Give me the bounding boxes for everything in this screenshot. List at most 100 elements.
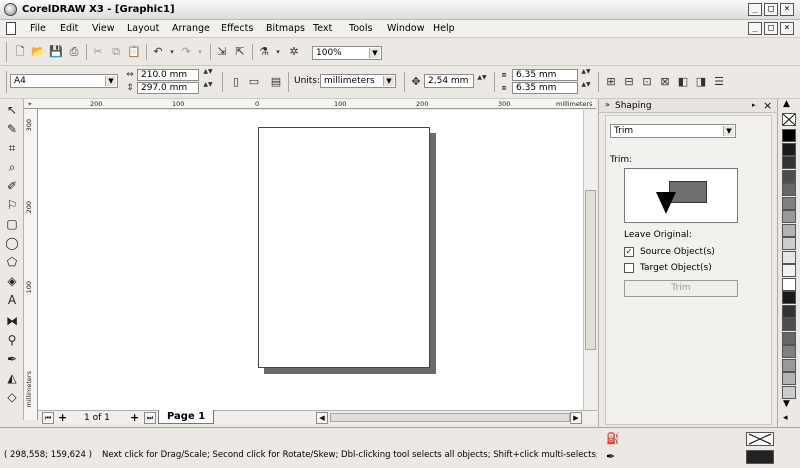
- toolbar-grip[interactable]: [6, 71, 7, 93]
- ruler-origin-icon[interactable]: ⌖: [28, 100, 32, 109]
- dynamic-guides-icon[interactable]: ⊠: [657, 74, 673, 90]
- print-icon[interactable]: ⎙: [66, 44, 82, 60]
- color-swatch[interactable]: [782, 358, 796, 372]
- color-swatch[interactable]: [782, 345, 796, 358]
- rectangle-tool-icon[interactable]: ▢: [3, 215, 21, 233]
- vertical-ruler[interactable]: 300 200 100 millimeters: [24, 109, 38, 420]
- target-objects-checkbox[interactable]: [624, 263, 634, 273]
- page-height-field[interactable]: 297.0 mm: [137, 82, 199, 94]
- shape-tool-icon[interactable]: ✎: [3, 120, 21, 138]
- paste-icon[interactable]: 📋: [126, 44, 142, 60]
- last-page-button[interactable]: ⏭: [144, 412, 156, 424]
- nudge-spinner[interactable]: ▲▼: [476, 75, 488, 81]
- units-select[interactable]: millimeters ▼: [320, 74, 396, 88]
- color-swatch[interactable]: [782, 277, 796, 291]
- paper-size-select[interactable]: A4 ▼: [10, 74, 118, 88]
- docker-header[interactable]: » Shaping ▸ ×: [599, 99, 776, 113]
- options-icon[interactable]: ☰: [711, 74, 727, 90]
- duplicate-x-spinner[interactable]: ▲▼: [580, 69, 592, 75]
- save-icon[interactable]: 💾: [48, 44, 64, 60]
- horizontal-scroll-thumb[interactable]: [330, 413, 570, 422]
- color-swatch[interactable]: [782, 331, 796, 345]
- duplicate-y-spinner[interactable]: ▲▼: [580, 82, 592, 88]
- portrait-icon[interactable]: ▯: [228, 74, 244, 90]
- coreldraw-app-icon[interactable]: [4, 3, 17, 16]
- redo-dropdown-icon[interactable]: ▾: [192, 44, 208, 60]
- page-options-icon[interactable]: ◨: [693, 74, 709, 90]
- outline-tool-icon[interactable]: ✒: [3, 350, 21, 368]
- color-swatch[interactable]: [782, 250, 796, 264]
- pick-tool-icon[interactable]: ↖: [3, 101, 21, 119]
- minimize-button[interactable]: _: [748, 3, 762, 16]
- snap-to-grid-icon[interactable]: ⊞: [603, 74, 619, 90]
- source-objects-checkbox[interactable]: ✓: [624, 247, 634, 257]
- color-swatch[interactable]: [782, 223, 796, 237]
- page-height-spinner[interactable]: ▲▼: [202, 82, 214, 88]
- first-page-button[interactable]: ⏮: [42, 412, 54, 424]
- menu-view[interactable]: View: [92, 23, 115, 34]
- nudge-distance-field[interactable]: 2,54 mm: [424, 74, 474, 88]
- scroll-left-button[interactable]: ◀: [316, 412, 328, 424]
- zoom-level-select[interactable]: 100% ▼: [312, 46, 382, 60]
- outline-color-indicator[interactable]: [746, 450, 774, 464]
- snap-to-objects-icon[interactable]: ⊡: [639, 74, 655, 90]
- cut-icon[interactable]: ✂: [90, 44, 106, 60]
- restore-button[interactable]: □: [764, 3, 778, 16]
- color-swatch[interactable]: [782, 129, 796, 142]
- all-pages-icon[interactable]: ▤: [268, 74, 284, 90]
- horizontal-ruler[interactable]: ⌖ 200 100 0 100 200 300 millimeters: [24, 99, 596, 109]
- doc-minimize-button[interactable]: _: [748, 22, 762, 35]
- page-width-field[interactable]: 210.0 mm: [137, 69, 199, 81]
- eyedropper-tool-icon[interactable]: ⚲: [3, 331, 21, 349]
- color-swatch[interactable]: [782, 183, 796, 196]
- color-swatch[interactable]: [782, 304, 796, 318]
- launcher-dropdown-icon[interactable]: ▾: [270, 44, 286, 60]
- color-swatch[interactable]: [782, 291, 796, 304]
- color-swatch[interactable]: [782, 156, 796, 169]
- color-swatch[interactable]: [782, 318, 796, 331]
- docker-close-icon[interactable]: ×: [763, 99, 772, 112]
- fill-color-indicator[interactable]: [746, 432, 774, 446]
- menu-window[interactable]: Window: [387, 23, 424, 34]
- menu-effects[interactable]: Effects: [221, 23, 253, 34]
- close-button[interactable]: ×: [780, 3, 794, 16]
- color-swatch[interactable]: [782, 264, 796, 277]
- snap-to-guidelines-icon[interactable]: ⊟: [621, 74, 637, 90]
- menu-file[interactable]: File: [30, 23, 46, 34]
- chevron-down-icon[interactable]: ▼: [723, 126, 734, 136]
- chevron-down-icon[interactable]: ▼: [383, 76, 394, 86]
- docker-collapse-icon[interactable]: »: [605, 100, 610, 109]
- palette-scroll-up-icon[interactable]: ▲: [783, 99, 790, 109]
- doc-restore-button[interactable]: □: [764, 22, 778, 35]
- menu-arrange[interactable]: Arrange: [172, 23, 210, 34]
- shaping-mode-select[interactable]: Trim ▼: [610, 124, 736, 138]
- color-swatch[interactable]: [782, 169, 796, 183]
- toolbar-grip[interactable]: [6, 42, 7, 62]
- vertical-scrollbar[interactable]: [583, 110, 597, 410]
- landscape-icon[interactable]: ▭: [246, 74, 262, 90]
- add-page-before-button[interactable]: +: [58, 411, 67, 424]
- drawing-page[interactable]: [258, 127, 430, 368]
- palette-scroll-down-icon[interactable]: ▼: [783, 399, 790, 409]
- polygon-tool-icon[interactable]: ⬠: [3, 253, 21, 271]
- copy-icon[interactable]: ⧉: [108, 44, 124, 60]
- chevron-down-icon[interactable]: ▼: [105, 76, 116, 86]
- menu-text[interactable]: Text: [313, 23, 332, 34]
- smart-fill-tool-icon[interactable]: ⚐: [3, 196, 21, 214]
- export-icon[interactable]: ⇱: [232, 44, 248, 60]
- vertical-scroll-thumb[interactable]: [585, 190, 596, 350]
- add-page-after-button[interactable]: +: [130, 411, 139, 424]
- menu-edit[interactable]: Edit: [60, 23, 78, 34]
- fill-tool-icon[interactable]: ◭: [3, 369, 21, 387]
- menu-help[interactable]: Help: [433, 23, 455, 34]
- open-folder-icon[interactable]: 📂: [30, 44, 46, 60]
- duplicate-distance-x-field[interactable]: 6.35 mm: [512, 69, 578, 81]
- menu-tools[interactable]: Tools: [349, 23, 372, 34]
- palette-expand-icon[interactable]: ◂: [783, 413, 788, 423]
- interactive-blend-tool-icon[interactable]: ⧓: [3, 312, 21, 330]
- scroll-right-button[interactable]: ▶: [570, 412, 582, 424]
- color-swatch[interactable]: [782, 210, 796, 223]
- doc-close-button[interactable]: ×: [780, 22, 794, 35]
- chevron-down-icon[interactable]: ▼: [369, 48, 380, 58]
- outline-pen-icon[interactable]: ✒: [606, 450, 615, 463]
